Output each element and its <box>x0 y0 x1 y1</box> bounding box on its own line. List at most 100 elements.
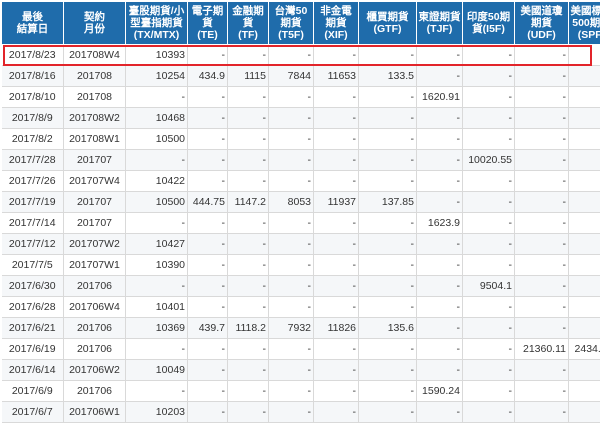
cell-contract-month: 201707W2 <box>63 233 126 255</box>
cell-xif: - <box>313 296 359 318</box>
cell-contract-month: 201707 <box>63 212 126 234</box>
cell-tx-mtx: 10369 <box>125 317 188 339</box>
cell-xif: 11937 <box>313 191 359 213</box>
cell-te: - <box>187 275 228 297</box>
cell-tf: 1118.2 <box>227 317 269 339</box>
cell-tjf: 1620.91 <box>416 86 463 108</box>
cell-gtf: - <box>358 212 417 234</box>
cell-udf: - <box>514 149 569 171</box>
settlement-price-table: 最後 結算日 契約 月份 臺股期貨/小 型臺指期貨 (TX/MTX) 電子期 貨… <box>1 1 600 423</box>
cell-udf: - <box>514 212 569 234</box>
cell-udf: - <box>514 359 569 381</box>
cell-contract-month: 201707W1 <box>63 254 126 276</box>
cell-tx-mtx: - <box>125 275 188 297</box>
header-i5f: 印度50期 貨(I5F) <box>462 1 515 45</box>
cell-tx-mtx: - <box>125 338 188 360</box>
cell-i5f: 9504.1 <box>462 275 515 297</box>
cell-udf: - <box>514 233 569 255</box>
cell-contract-month: 201708W2 <box>63 107 126 129</box>
cell-contract-month: 201708 <box>63 65 126 87</box>
cell-udf: - <box>514 191 569 213</box>
cell-udf: - <box>514 317 569 339</box>
cell-tx-mtx: 10427 <box>125 233 188 255</box>
cell-i5f: - <box>462 44 515 66</box>
header-tjf: 東證期貨 (TJF) <box>416 1 463 45</box>
cell-tf: - <box>227 359 269 381</box>
cell-te: 434.9 <box>187 65 228 87</box>
cell-tjf: - <box>416 191 463 213</box>
cell-tx-mtx: 10254 <box>125 65 188 87</box>
cell-settlement-date: 2017/6/7 <box>1 401 64 423</box>
cell-i5f: - <box>462 128 515 150</box>
cell-udf: - <box>514 65 569 87</box>
cell-tx-mtx: 10500 <box>125 191 188 213</box>
header-contract-month: 契約 月份 <box>63 1 126 45</box>
cell-gtf: - <box>358 149 417 171</box>
cell-i5f: - <box>462 380 515 402</box>
table-row: 2017/6/30201706-------9504.1-- <box>1 275 600 297</box>
header-tx-mtx: 臺股期貨/小 型臺指期貨 (TX/MTX) <box>125 1 188 45</box>
cell-gtf: 133.5 <box>358 65 417 87</box>
cell-tjf: - <box>416 359 463 381</box>
cell-t5f: 7844 <box>268 65 314 87</box>
cell-t5f: - <box>268 212 314 234</box>
cell-settlement-date: 2017/7/5 <box>1 254 64 276</box>
cell-t5f: - <box>268 128 314 150</box>
cell-tx-mtx: 10500 <box>125 128 188 150</box>
cell-xif: - <box>313 212 359 234</box>
table-row: 2017/8/23201708W410393--------- <box>1 44 600 66</box>
cell-xif: - <box>313 170 359 192</box>
table-row: 2017/8/9201708W210468--------- <box>1 107 600 129</box>
cell-i5f: - <box>462 107 515 129</box>
cell-t5f: - <box>268 170 314 192</box>
cell-gtf: - <box>358 359 417 381</box>
cell-udf: - <box>514 296 569 318</box>
header-udf: 美國道瓊 期貨 (UDF) <box>514 1 569 45</box>
settlement-table-container: 最後 結算日 契約 月份 臺股期貨/小 型臺指期貨 (TX/MTX) 電子期 貨… <box>0 0 600 427</box>
cell-i5f: - <box>462 65 515 87</box>
cell-contract-month: 201707W4 <box>63 170 126 192</box>
table-row: 2017/7/12201707W210427--------- <box>1 233 600 255</box>
cell-te: - <box>187 44 228 66</box>
cell-tx-mtx: - <box>125 380 188 402</box>
cell-tjf: - <box>416 233 463 255</box>
cell-spf: - <box>568 359 600 381</box>
cell-settlement-date: 2017/7/28 <box>1 149 64 171</box>
cell-contract-month: 201706W1 <box>63 401 126 423</box>
cell-tx-mtx: - <box>125 212 188 234</box>
cell-tf: - <box>227 254 269 276</box>
cell-te: - <box>187 128 228 150</box>
cell-i5f: - <box>462 170 515 192</box>
cell-i5f: - <box>462 317 515 339</box>
cell-xif: - <box>313 380 359 402</box>
header-settlement-date: 最後 結算日 <box>1 1 64 45</box>
cell-gtf: - <box>358 401 417 423</box>
table-body: 2017/8/23201708W410393---------2017/8/16… <box>1 44 600 423</box>
cell-settlement-date: 2017/8/16 <box>1 65 64 87</box>
cell-te: - <box>187 170 228 192</box>
cell-settlement-date: 2017/7/14 <box>1 212 64 234</box>
cell-tjf: - <box>416 44 463 66</box>
cell-i5f: - <box>462 359 515 381</box>
cell-xif: - <box>313 128 359 150</box>
cell-spf: - <box>568 86 600 108</box>
cell-tjf: - <box>416 317 463 339</box>
cell-gtf: 135.6 <box>358 317 417 339</box>
cell-tjf: - <box>416 275 463 297</box>
cell-t5f: - <box>268 380 314 402</box>
cell-tx-mtx: 10203 <box>125 401 188 423</box>
cell-spf: - <box>568 254 600 276</box>
cell-xif: - <box>313 233 359 255</box>
cell-i5f: - <box>462 191 515 213</box>
cell-te: - <box>187 401 228 423</box>
cell-xif: 11826 <box>313 317 359 339</box>
cell-spf: - <box>568 107 600 129</box>
cell-t5f: - <box>268 338 314 360</box>
cell-i5f: - <box>462 338 515 360</box>
cell-tf: - <box>227 401 269 423</box>
cell-contract-month: 201707 <box>63 149 126 171</box>
cell-udf: - <box>514 380 569 402</box>
cell-contract-month: 201706 <box>63 275 126 297</box>
cell-spf: 2434.89 <box>568 338 600 360</box>
header-spf: 美國標普 500期貨 (SPF) <box>568 1 600 45</box>
